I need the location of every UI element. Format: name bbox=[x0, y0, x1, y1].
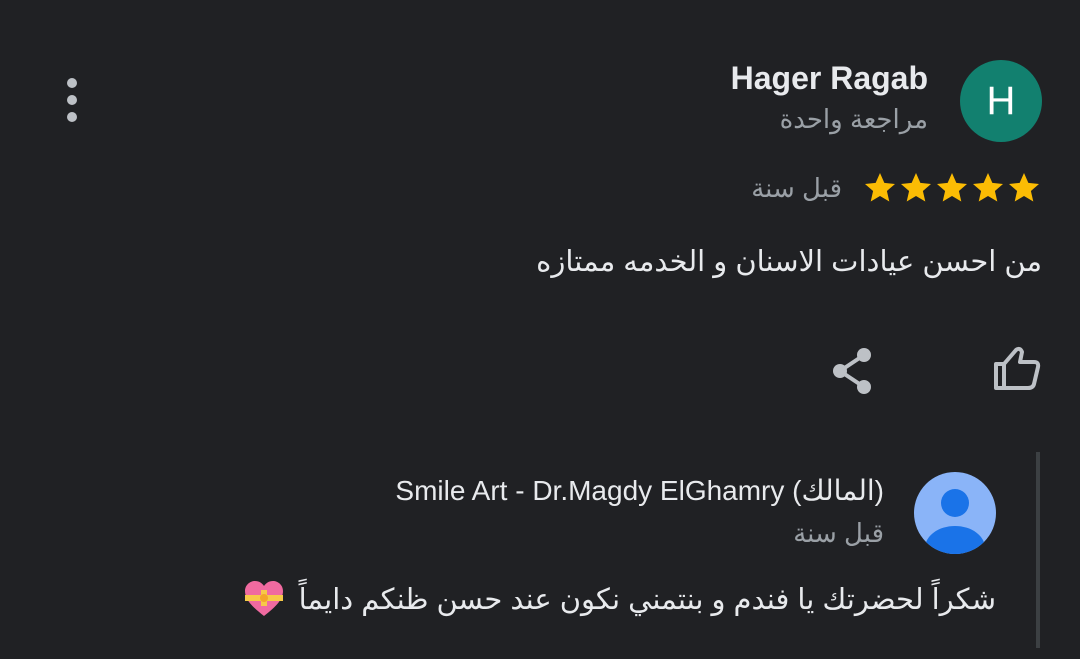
review-card: Hager Ragab مراجعة واحدة H قبل سنة من اح… bbox=[0, 0, 1080, 659]
star-icon bbox=[901, 173, 931, 202]
reviewer-review-count: مراجعة واحدة bbox=[779, 104, 928, 134]
more-options-button[interactable] bbox=[56, 78, 88, 122]
star-icon bbox=[865, 173, 895, 202]
owner-avatar[interactable] bbox=[914, 472, 996, 554]
owner-response-text: شكراً لحضرتك يا فندم و بنتمني نكون عند ح… bbox=[298, 583, 996, 616]
owner-response-time: قبل سنة bbox=[793, 518, 884, 548]
more-vert-icon bbox=[67, 78, 77, 88]
review-text: من احسن عيادات الاسنان و الخدمه ممتازه bbox=[536, 246, 1042, 278]
owner-response-divider bbox=[1036, 452, 1040, 648]
default-profile-icon bbox=[914, 472, 996, 554]
more-vert-icon-dot bbox=[67, 112, 77, 122]
star-icon bbox=[973, 173, 1003, 202]
heart-with-ribbon-icon bbox=[244, 581, 283, 616]
review-time: قبل سنة bbox=[751, 172, 842, 203]
star-icon bbox=[937, 173, 967, 202]
share-button[interactable] bbox=[830, 346, 876, 396]
rating-row: قبل سنة bbox=[751, 170, 1042, 206]
reviewer-avatar[interactable]: H bbox=[960, 60, 1042, 142]
star-rating bbox=[862, 170, 1042, 206]
more-vert-icon-dot bbox=[67, 95, 77, 105]
owner-name: Smile Art - Dr.Magdy ElGhamry (المالك) bbox=[395, 475, 884, 506]
thumb-up-icon bbox=[994, 346, 1041, 390]
owner-response: شكراً لحضرتك يا فندم و بنتمني نكون عند ح… bbox=[243, 580, 996, 618]
reviewer-name[interactable]: Hager Ragab bbox=[731, 60, 928, 97]
avatar-letter: H bbox=[986, 78, 1016, 123]
like-button[interactable] bbox=[990, 344, 1044, 394]
share-icon bbox=[833, 348, 871, 394]
star-icon bbox=[1009, 173, 1039, 202]
